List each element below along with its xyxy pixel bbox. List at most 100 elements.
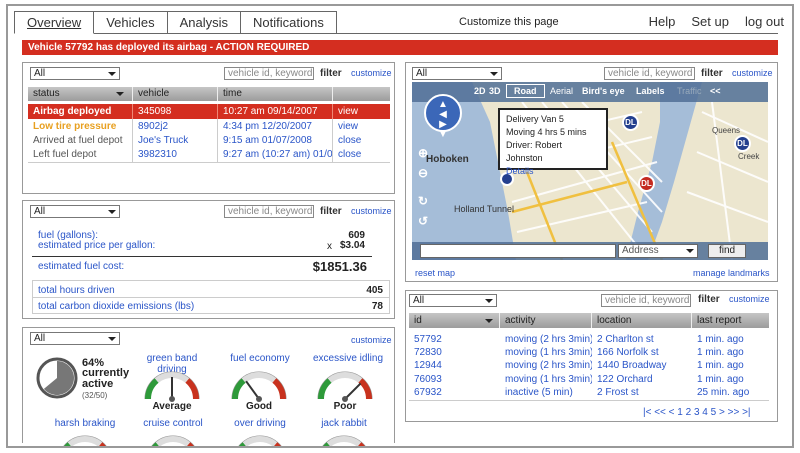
gauge-label-fuel-economy[interactable]: fuel economy bbox=[222, 353, 298, 364]
vehicle-location[interactable]: 2 Charlton st bbox=[592, 333, 692, 346]
vehicle-last-report[interactable]: 1 min. ago bbox=[692, 333, 769, 346]
alert-row[interactable]: Low tire pressure 8902j2 4:34 pm 12/20/2… bbox=[28, 119, 390, 134]
gauge-label-jack-rabbit[interactable]: jack rabbit bbox=[304, 418, 384, 429]
alert-vehicle[interactable]: 3982310 bbox=[133, 147, 218, 162]
vehicles-search-input[interactable]: vehicle id, keyword bbox=[601, 294, 691, 307]
status-column-header[interactable]: status bbox=[28, 87, 133, 101]
vehicles-filter-button[interactable]: filter bbox=[698, 294, 720, 305]
id-column-header[interactable]: id bbox=[409, 313, 500, 328]
map-2d-button[interactable]: 2D bbox=[474, 86, 486, 96]
pagination[interactable]: |< << < 1 2 3 4 5 > >> >| bbox=[643, 407, 751, 418]
fuel-customize-link[interactable]: customize bbox=[351, 206, 392, 216]
alert-close-link[interactable]: close bbox=[333, 147, 390, 162]
vehicle-pin-dl-alert[interactable]: DL bbox=[638, 175, 655, 192]
popup-details-link[interactable]: Details bbox=[506, 165, 600, 178]
vehicles-customize-link[interactable]: customize bbox=[729, 294, 770, 304]
help-link[interactable]: Help bbox=[649, 14, 676, 29]
time-column-header[interactable]: time bbox=[218, 87, 333, 101]
gauge-label-over-driving[interactable]: over driving bbox=[220, 418, 300, 429]
alert-vehicle[interactable]: 345098 bbox=[133, 104, 218, 119]
vehicle-last-report[interactable]: 25 min. ago bbox=[692, 386, 769, 399]
vehicle-row[interactable]: 67932 inactive (5 min) 2 Frost st 25 min. a… bbox=[409, 386, 769, 399]
alert-vehicle[interactable]: Joe's Truck bbox=[133, 133, 218, 148]
customize-page-link[interactable]: Customize this page bbox=[459, 16, 559, 28]
vehicle-row[interactable]: 57792 moving (2 hrs 3min) 2 Charlton st 1 m… bbox=[409, 333, 769, 346]
alert-row[interactable]: Airbag deployed 345098 10:27 am 09/14/20… bbox=[28, 104, 390, 119]
rotate-icon[interactable]: ↻ bbox=[418, 194, 428, 208]
zoom-out-icon[interactable]: ⊖ bbox=[418, 166, 428, 180]
vehicle-row[interactable]: 76093 moving (1 hrs 3min) 122 Orchard 1 min… bbox=[409, 373, 769, 386]
vehicle-id[interactable]: 72830 bbox=[409, 346, 500, 359]
alerts-filter-select[interactable]: All bbox=[30, 67, 120, 80]
setup-link[interactable]: Set up bbox=[691, 14, 729, 29]
activity-column-header[interactable]: activity bbox=[500, 313, 592, 328]
gauge-label-cruise-control[interactable]: cruise control bbox=[133, 418, 213, 429]
vehicle-location[interactable]: 122 Orchard bbox=[592, 373, 692, 386]
vehicle-location[interactable]: 1440 Broadway bbox=[592, 359, 692, 372]
vehicle-location[interactable]: 2 Frost st bbox=[592, 386, 692, 399]
vehicle-last-report[interactable]: 1 min. ago bbox=[692, 373, 769, 386]
map-filter-button[interactable]: filter bbox=[701, 68, 723, 79]
map-labels-button[interactable]: Labels bbox=[636, 86, 665, 96]
co2-emissions-link[interactable]: total carbon dioxide emissions (lbs) bbox=[38, 301, 194, 312]
address-select[interactable]: Address bbox=[618, 244, 698, 258]
last-report-column-header[interactable]: last report bbox=[692, 313, 769, 328]
gauges-customize-link[interactable]: customize bbox=[351, 335, 392, 345]
alerts-filter-button[interactable]: filter bbox=[320, 68, 342, 79]
reset-map-link[interactable]: reset map bbox=[415, 268, 455, 278]
map-text-field[interactable] bbox=[420, 244, 616, 258]
vehicle-last-report[interactable]: 1 min. ago bbox=[692, 359, 769, 372]
vehicles-filter-select[interactable]: All bbox=[409, 294, 497, 307]
map-search-input[interactable]: vehicle id, keyword bbox=[604, 67, 695, 80]
vehicle-location[interactable]: 166 Norfolk st bbox=[592, 346, 692, 359]
alert-vehicle[interactable]: 8902j2 bbox=[133, 119, 218, 134]
vehicle-id[interactable]: 12944 bbox=[409, 359, 500, 372]
map-traffic-button[interactable]: Traffic bbox=[677, 86, 702, 96]
gauge-label-excessive-idling[interactable]: excessive idling bbox=[305, 353, 391, 364]
alert-close-link[interactable]: close bbox=[333, 133, 390, 148]
alert-view-link[interactable]: view bbox=[333, 119, 390, 134]
manage-landmarks-link[interactable]: manage landmarks bbox=[693, 268, 770, 278]
tab-analysis[interactable]: Analysis bbox=[167, 11, 242, 34]
fuel-search-input[interactable]: vehicle id, keyword bbox=[224, 205, 314, 218]
alerts-customize-link[interactable]: customize bbox=[351, 68, 392, 78]
location-column-header[interactable]: location bbox=[592, 313, 692, 328]
tab-overview[interactable]: Overview bbox=[14, 11, 95, 34]
map-find-button[interactable]: find bbox=[708, 244, 746, 258]
map-filter-select[interactable]: All bbox=[412, 67, 502, 80]
vehicle-activity[interactable]: moving (2 hrs 3min) bbox=[500, 333, 592, 346]
alert-row[interactable]: Left fuel depot 3982310 9:27 am (10:27 a… bbox=[28, 147, 390, 162]
vehicle-row[interactable]: 12944 moving (2 hrs 3min) 1440 Broadway 1 m… bbox=[409, 359, 769, 372]
map-collapse-button[interactable]: << bbox=[710, 86, 721, 96]
map-aerial-button[interactable]: Aerial bbox=[550, 86, 573, 96]
map-customize-link[interactable]: customize bbox=[732, 68, 773, 78]
vehicle-row[interactable]: 72830 moving (1 hrs 3min) 166 Norfolk st 1 … bbox=[409, 346, 769, 359]
gauge-label-harsh-braking[interactable]: harsh braking bbox=[45, 418, 125, 429]
gauges-filter-select[interactable]: All bbox=[30, 332, 120, 345]
vehicle-id[interactable]: 57792 bbox=[409, 333, 500, 346]
tab-vehicles[interactable]: Vehicles bbox=[94, 11, 168, 34]
rotate-back-icon[interactable]: ↺ bbox=[418, 214, 428, 228]
vehicle-pin-dl-2[interactable]: DL bbox=[734, 135, 751, 152]
vehicle-pin-dl-1[interactable]: DL bbox=[622, 114, 639, 131]
fuel-filter-button[interactable]: filter bbox=[320, 206, 342, 217]
map-road-button[interactable]: Road bbox=[506, 84, 545, 98]
logout-link[interactable]: log out bbox=[745, 14, 784, 29]
alert-row[interactable]: Arrived at fuel depot Joe's Truck 9:15 a… bbox=[28, 133, 390, 148]
vehicle-id[interactable]: 67932 bbox=[409, 386, 500, 399]
fuel-filter-select[interactable]: All bbox=[30, 205, 120, 218]
vehicle-activity[interactable]: moving (1 hrs 3min) bbox=[500, 346, 592, 359]
hours-driven-link[interactable]: total hours driven bbox=[38, 285, 115, 296]
alerts-search-input[interactable]: vehicle id, keyword bbox=[224, 67, 314, 80]
vehicle-activity[interactable]: moving (2 hrs 3min) bbox=[500, 359, 592, 372]
vehicle-activity[interactable]: moving (1 hrs 3min) bbox=[500, 373, 592, 386]
vehicle-id[interactable]: 76093 bbox=[409, 373, 500, 386]
map-birdseye-button[interactable]: Bird's eye bbox=[582, 86, 625, 96]
alert-banner[interactable]: Vehicle 57792 has deployed its airbag - … bbox=[22, 40, 778, 55]
vehicle-activity[interactable]: inactive (5 min) bbox=[500, 386, 592, 399]
tab-notifications[interactable]: Notifications bbox=[241, 11, 337, 34]
alert-view-link[interactable]: view bbox=[333, 104, 390, 119]
vehicle-last-report[interactable]: 1 min. ago bbox=[692, 346, 769, 359]
map-3d-button[interactable]: 3D bbox=[489, 86, 501, 96]
vehicle-column-header[interactable]: vehicle bbox=[133, 87, 218, 101]
